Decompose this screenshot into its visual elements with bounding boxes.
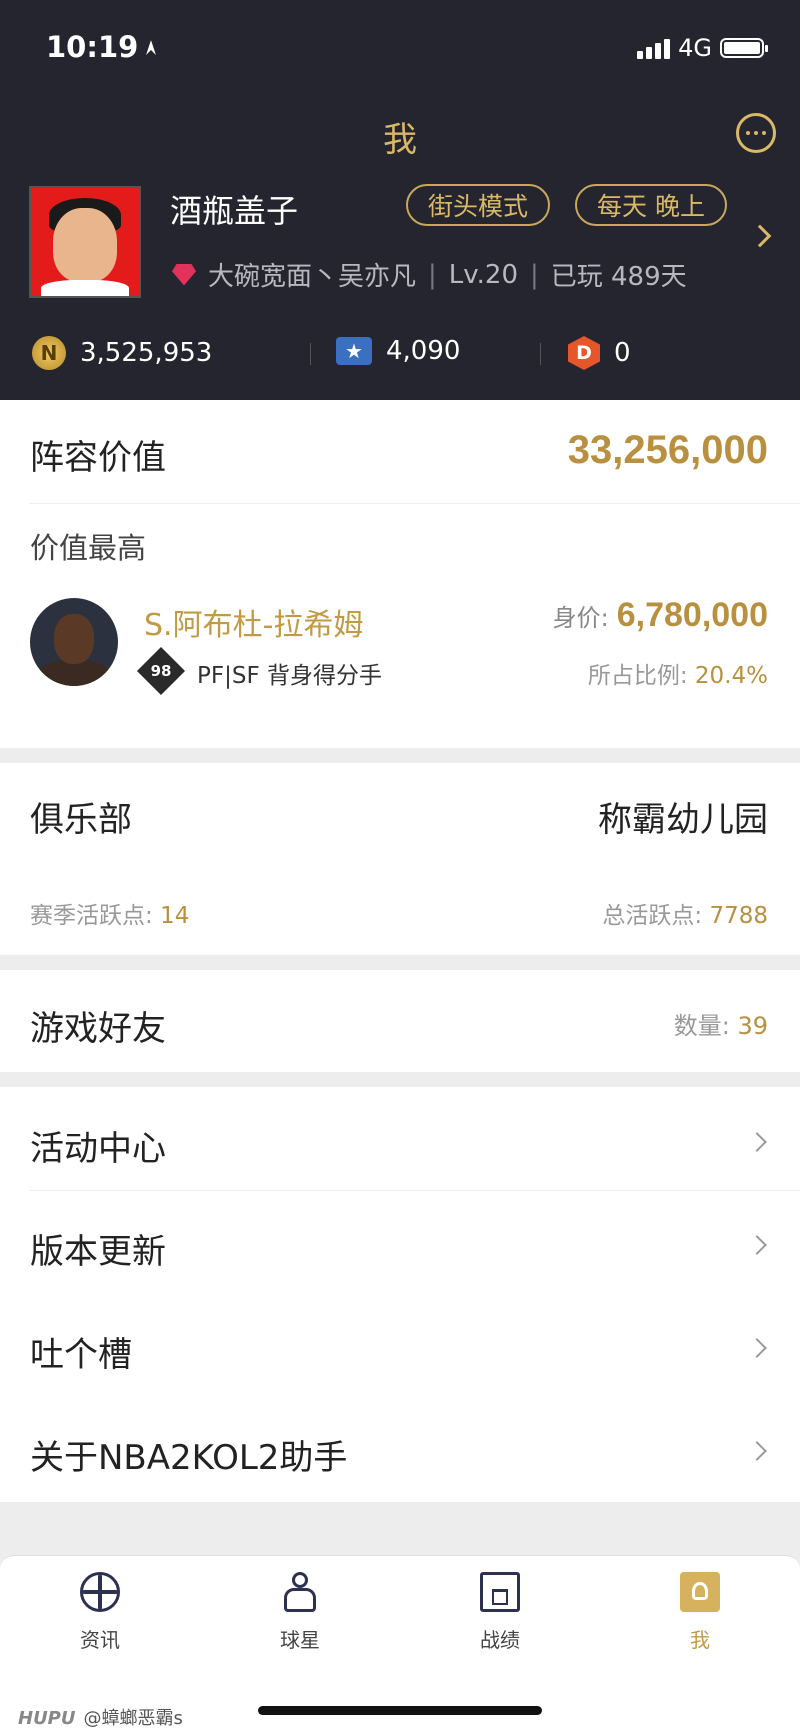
status-indicators: 4G	[637, 34, 768, 62]
lineup-value-label: 阵容价值	[30, 438, 166, 478]
tab-me[interactable]: 我	[640, 1572, 760, 1653]
n-coin-icon: N	[32, 336, 66, 370]
gem-icon	[172, 263, 196, 286]
menu-item-version-update[interactable]: 版本更新	[30, 1224, 166, 1273]
team-name: 大碗宽面丶吴亦凡	[208, 262, 417, 292]
rating-badge: 98	[136, 646, 186, 696]
player-name[interactable]: S.阿布杜-拉希姆	[144, 600, 363, 644]
network-type: 4G	[678, 34, 712, 62]
total-activity: 总活跃点: 7788	[602, 903, 768, 929]
friends-label: 游戏好友	[30, 1009, 166, 1049]
page-title: 我	[383, 120, 417, 160]
currency-star: ★ 4,090	[336, 336, 460, 366]
lineup-value: 33,256,000	[567, 428, 768, 472]
star-ticket-icon: ★	[336, 337, 372, 365]
menu-item-activity-center[interactable]: 活动中心	[30, 1121, 166, 1170]
currency-d: D 0	[568, 336, 631, 370]
menu-item-about[interactable]: 关于NBA2KOL2助手	[30, 1430, 347, 1479]
menu-item-feedback[interactable]: 吐个槽	[30, 1327, 132, 1376]
season-activity: 赛季活跃点: 14	[30, 903, 190, 929]
player-share: 所占比例: 20.4%	[587, 663, 768, 689]
avatar[interactable]	[29, 186, 141, 298]
currency-n: N 3,525,953	[32, 336, 212, 370]
time-tag: 每天 晚上	[575, 184, 727, 226]
days-played: 已玩 489天	[550, 262, 687, 292]
profile-header: 10:19 4G 我 酒瓶盖子 街头模式 每天 晚上 大碗宽面丶吴亦凡 | Lv…	[0, 0, 800, 400]
top-value-label: 价值最高	[30, 531, 147, 565]
status-time: 10:19	[46, 30, 158, 64]
player-worth: 身价: 6,780,000	[552, 596, 768, 634]
level: Lv.20	[448, 259, 518, 290]
mode-tag: 街头模式	[406, 184, 551, 226]
player-avatar[interactable]	[30, 598, 118, 686]
basketball-icon	[80, 1572, 120, 1612]
friends-count: 数量: 39	[673, 1012, 768, 1040]
tab-records[interactable]: 战绩	[440, 1572, 560, 1653]
username: 酒瓶盖子	[170, 192, 299, 230]
chevron-right-icon[interactable]	[748, 224, 772, 248]
watermark: HUPU @蟑螂恶霸s	[18, 1708, 183, 1729]
player-icon	[280, 1572, 320, 1612]
tab-news[interactable]: 资讯	[40, 1572, 160, 1653]
d-coin-icon: D	[568, 336, 600, 370]
profile-subline: 大碗宽面丶吴亦凡 | Lv.20 | 已玩 489天	[172, 256, 687, 293]
location-arrow-icon	[141, 40, 161, 60]
backboard-icon	[480, 1572, 520, 1612]
me-icon	[680, 1572, 720, 1612]
tab-players[interactable]: 球星	[240, 1572, 360, 1653]
message-icon[interactable]	[736, 113, 776, 153]
home-indicator[interactable]	[258, 1706, 542, 1715]
club-name: 称霸幼儿园	[598, 800, 768, 840]
club-label: 俱乐部	[30, 800, 132, 840]
signal-icon	[637, 37, 671, 59]
player-position: PF|SF 背身得分手	[197, 663, 382, 689]
battery-icon	[720, 38, 768, 58]
